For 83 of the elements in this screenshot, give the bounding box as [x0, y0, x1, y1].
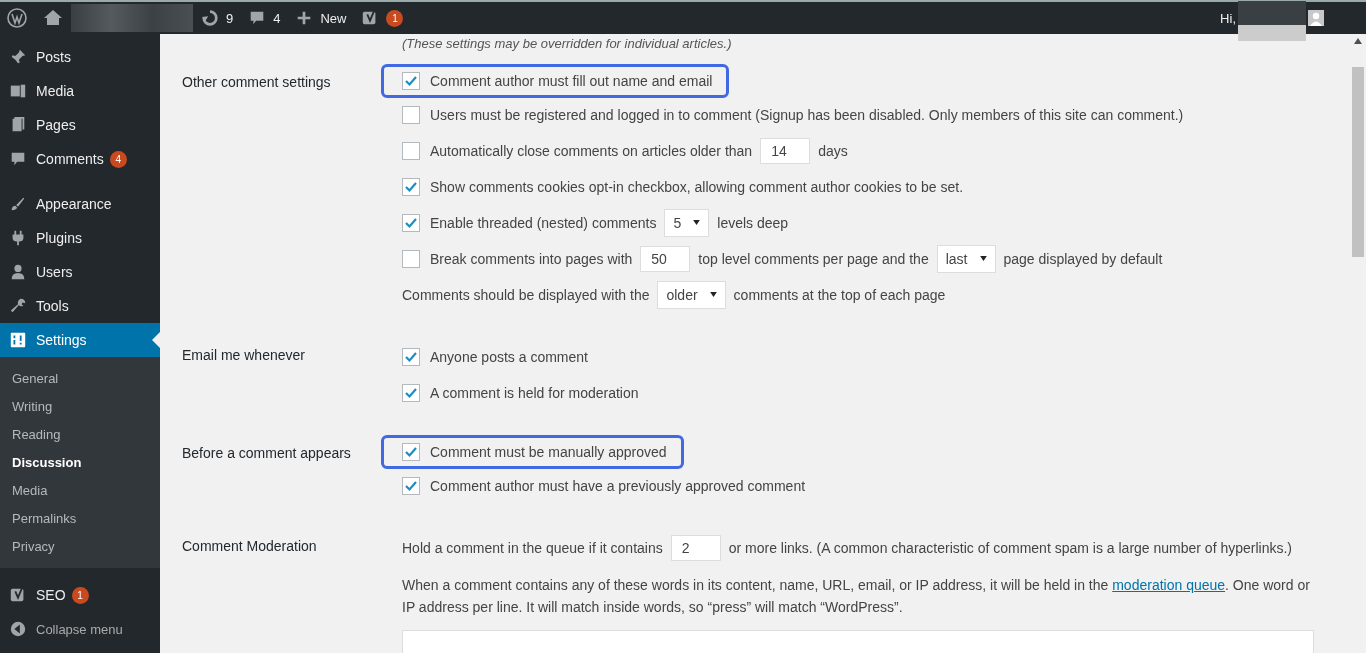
- sidebar-menu-item[interactable]: Settings: [0, 323, 160, 357]
- sidebar-menu-item[interactable]: Collapse menu: [0, 612, 160, 646]
- checkbox[interactable]: [402, 347, 420, 366]
- count-badge: 1: [71, 586, 89, 604]
- media-icon: [9, 82, 27, 100]
- option-text: Comment must be manually approved: [430, 444, 667, 460]
- submenu-item[interactable]: Privacy: [0, 532, 160, 560]
- scrollbar-thumb[interactable]: [1352, 67, 1364, 257]
- option-text: Break comments into pages with: [430, 250, 633, 267]
- option-text: Users must be registered and logged in to comment (Signup has been disabled. Only members of this site can comment.): [430, 106, 1184, 123]
- option-text: or more links. (A common characteristic of comment spam is a large number of hyperlinks.): [728, 539, 1292, 556]
- section-label: Before a comment appears: [182, 444, 352, 463]
- option-text: Comment author must fill out name and email: [430, 73, 713, 89]
- wrench-icon: [9, 297, 27, 315]
- sidebar-menu-item[interactable]: Plugins: [0, 221, 160, 255]
- checkbox[interactable]: [402, 213, 420, 232]
- notification-badge: 1: [386, 9, 404, 27]
- submenu-item[interactable]: Writing: [0, 392, 160, 420]
- number-field[interactable]: 14: [760, 137, 811, 164]
- option-text: Show comments cookies opt-in checkbox, allowing comment author cookies to be set.: [430, 178, 964, 195]
- checkbox[interactable]: [402, 443, 420, 461]
- sidebar-menu-item[interactable]: SEO 1: [0, 578, 160, 612]
- scroll-up-arrow-icon[interactable]: [1354, 38, 1362, 44]
- section-label: Comment Moderation: [182, 537, 318, 556]
- option-text: comments at the top of each page: [733, 286, 946, 303]
- submenu-item[interactable]: Permalinks: [0, 504, 160, 532]
- sidebar-menu-item[interactable]: Media: [0, 74, 160, 108]
- submenu-item[interactable]: Discussion: [0, 448, 160, 476]
- sidebar-menu-item[interactable]: Posts: [0, 40, 160, 74]
- checkbox[interactable]: [402, 249, 420, 268]
- option-text: Enable threaded (nested) comments: [430, 214, 657, 231]
- updates-link[interactable]: 9: [201, 9, 234, 27]
- speech-bubble-icon: [9, 150, 27, 168]
- comments-link[interactable]: 4: [248, 9, 281, 27]
- option-text: page displayed by default: [1003, 250, 1163, 267]
- sidebar-menu-item[interactable]: Comments 4: [0, 142, 160, 176]
- house-icon[interactable]: [43, 8, 63, 28]
- caret-icon: [693, 220, 701, 225]
- sidebar-menu-item[interactable]: Tools: [0, 289, 160, 323]
- number-field[interactable]: 50: [640, 245, 691, 272]
- count-badge: 4: [109, 150, 127, 168]
- seo-link[interactable]: 1: [361, 9, 404, 27]
- option-text: Comment author must have a previously approved comment: [430, 477, 806, 494]
- paintbrush-icon: [9, 195, 27, 213]
- option-text: days: [818, 142, 848, 159]
- greeting-text: Hi,: [1220, 10, 1236, 26]
- note-text: (These settings may be overridden for individual articles.): [402, 36, 733, 52]
- caret-icon: [979, 256, 987, 261]
- section-label: Email me whenever: [182, 346, 306, 365]
- checkbox[interactable]: [402, 141, 420, 160]
- number-field[interactable]: 2: [670, 534, 721, 561]
- checkbox[interactable]: [402, 105, 420, 124]
- dropdown[interactable]: last: [936, 244, 996, 273]
- option-text: Comments should be displayed with the: [402, 286, 650, 303]
- moderation-queue-link[interactable]: moderation queue: [1112, 577, 1226, 593]
- caret-icon: [709, 292, 717, 297]
- description-text: When a comment contains any of these words in its content, name, URL, email, or IP address, it will be held in the moderation queue. One word or IP address per line. It will match inside words, so “press” will match “WordPress”.: [402, 576, 1311, 617]
- submenu-item[interactable]: Reading: [0, 420, 160, 448]
- redacted-block: [1238, 1, 1306, 41]
- dropdown[interactable]: 5: [664, 208, 710, 237]
- sidebar-menu-item[interactable]: Pages: [0, 108, 160, 142]
- option-text: A comment is held for moderation: [430, 384, 639, 401]
- sidebar-menu-item[interactable]: Appearance: [0, 187, 160, 221]
- option-text: levels deep: [717, 214, 789, 231]
- checkbox[interactable]: [402, 476, 420, 495]
- submenu-item[interactable]: Media: [0, 476, 160, 504]
- refresh-icon: [201, 9, 219, 27]
- submenu-item[interactable]: General: [0, 364, 160, 392]
- option-text: top level comments per page and the: [698, 250, 929, 267]
- option-text: Hold a comment in the queue if it contains: [402, 539, 663, 556]
- new-link[interactable]: New: [295, 9, 347, 27]
- checkbox[interactable]: [402, 72, 420, 90]
- sidebar-menu-item[interactable]: Users: [0, 255, 160, 289]
- section-label: Other comment settings: [182, 73, 332, 92]
- option-text: Automatically close comments on articles older than: [430, 142, 753, 159]
- user-icon: [9, 263, 27, 281]
- option-text: Anyone posts a comment: [430, 348, 588, 365]
- checkbox[interactable]: [402, 383, 420, 402]
- pushpin-icon: [9, 48, 27, 66]
- dropdown[interactable]: older: [657, 280, 726, 309]
- checkbox[interactable]: [402, 177, 420, 196]
- wordpress-logo-icon[interactable]: [7, 8, 27, 28]
- settings-icon: [9, 331, 27, 349]
